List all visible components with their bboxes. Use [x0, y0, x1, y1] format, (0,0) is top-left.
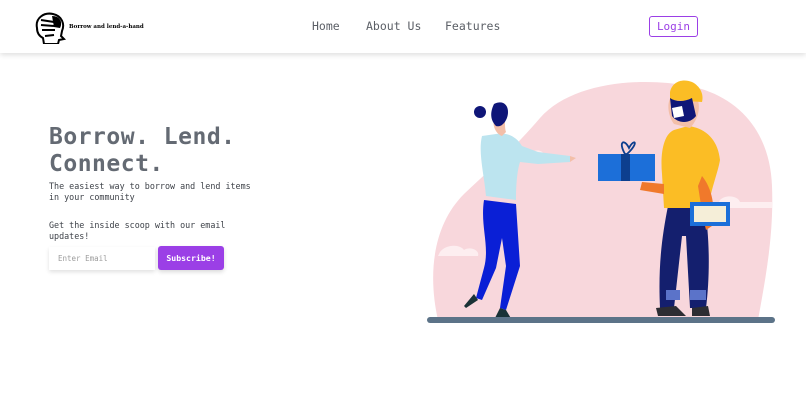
- hero-title: Borrow. Lend. Connect.: [49, 124, 236, 178]
- login-button[interactable]: Login: [649, 16, 698, 37]
- nav-link-home[interactable]: Home: [312, 19, 340, 33]
- hero-illustration: [427, 80, 775, 323]
- newsletter-prompt: Get the inside scoop with our email upda…: [49, 220, 226, 241]
- hero-subtitle: The easiest way to borrow and lend items…: [49, 181, 251, 202]
- subscribe-button[interactable]: Subscribe!: [158, 246, 224, 270]
- nav-link-features[interactable]: Features: [445, 19, 500, 33]
- brand[interactable]: Borrow and lend-a-hand: [32, 10, 144, 44]
- navbar: Borrow and lend-a-hand Home About Us Fea…: [0, 0, 806, 53]
- hero-title-line-2: Connect.: [49, 151, 164, 177]
- book: [690, 202, 730, 226]
- brand-name: Borrow and lend-a-hand: [69, 24, 144, 30]
- nav-link-about-us[interactable]: About Us: [366, 19, 421, 33]
- head-silhouette-icon: [35, 12, 66, 44]
- hero-title-line-1: Borrow. Lend.: [49, 124, 236, 150]
- ground-bar: [427, 317, 775, 323]
- email-input[interactable]: [49, 247, 155, 270]
